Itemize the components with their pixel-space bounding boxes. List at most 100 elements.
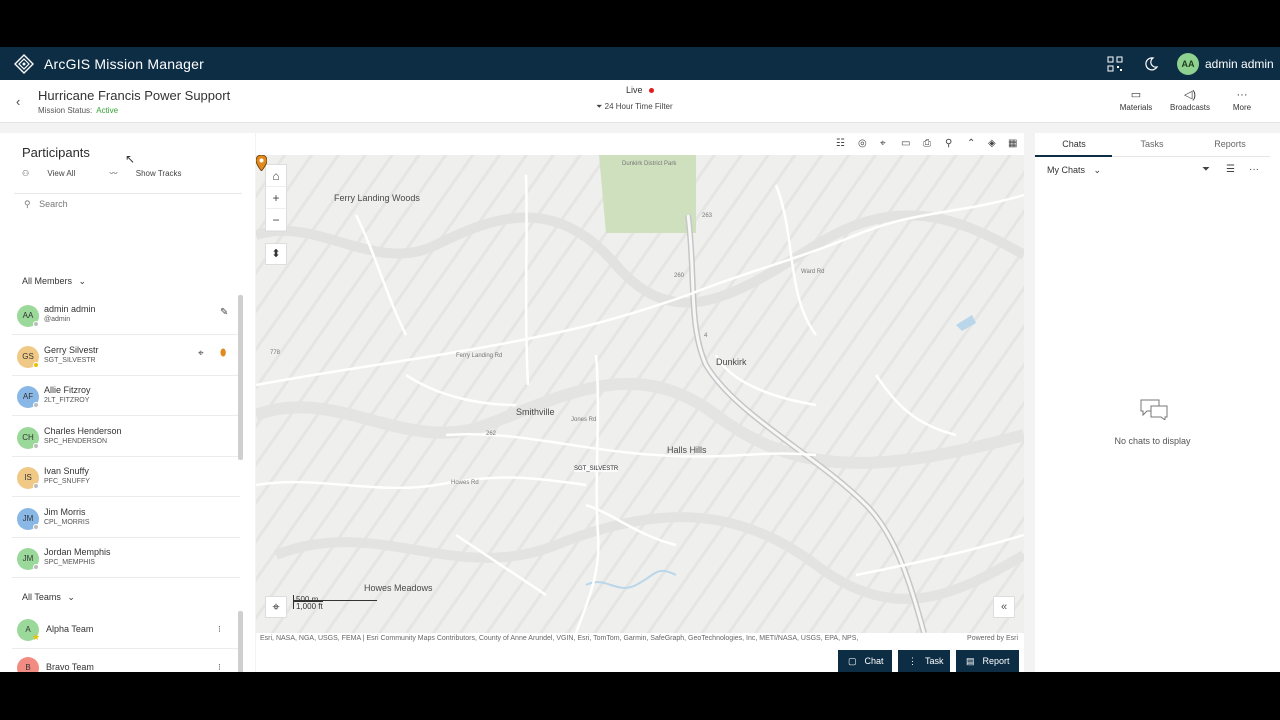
sketch-icon[interactable]: ⌖ — [880, 138, 886, 149]
time-filter[interactable]: ⏷ 24 Hour Time Filter — [596, 102, 673, 112]
map-zoom-controls: ⌂ + − — [265, 164, 287, 232]
zoom-to-crosshair-icon[interactable]: ⌖ — [198, 348, 204, 359]
tab-tasks[interactable]: Tasks — [1113, 139, 1191, 149]
member-callsign: SPC_MEMPHIS — [44, 559, 95, 566]
label-route-778: 778 — [270, 350, 281, 356]
task-icon: ⋮ — [908, 656, 917, 666]
print-icon[interactable]: ⎙ — [923, 138, 931, 149]
measure-icon[interactable]: ▭ — [901, 138, 910, 149]
chat-icon: ▢ — [848, 656, 857, 666]
qr-code-icon[interactable] — [1107, 56, 1123, 72]
more-button[interactable]: ··· More — [1217, 89, 1267, 112]
tab-reports[interactable]: Reports — [1191, 139, 1269, 149]
dark-mode-moon-icon[interactable] — [1143, 56, 1159, 72]
user-name[interactable]: admin admin — [1205, 57, 1274, 71]
chat-button[interactable]: ▢ Chat — [838, 650, 892, 672]
teams-scrollbar[interactable] — [238, 611, 243, 672]
members-scrollbar[interactable] — [238, 295, 243, 460]
zoom-in-button[interactable]: + — [266, 187, 286, 209]
member-status-dot — [33, 483, 39, 489]
tab-chats[interactable]: Chats — [1035, 139, 1113, 149]
member-name: Gerry Silvestr — [44, 344, 99, 355]
team-name: Bravo Team — [46, 662, 94, 672]
collapse-panel-icon[interactable]: « — [993, 596, 1015, 618]
label-ferry-landing-woods: Ferry Landing Woods — [334, 193, 420, 203]
map-view[interactable]: Ferry Landing Woods Dunkirk District Par… — [256, 155, 1024, 633]
chat-label: Chat — [864, 656, 884, 666]
mission-status: Mission Status: Active — [38, 106, 118, 115]
member-row[interactable]: AA admin admin @admin ✎ — [12, 295, 240, 335]
member-status-dot — [33, 523, 39, 530]
task-button[interactable]: ⋮ Task — [898, 650, 950, 672]
live-indicator: Live — [626, 85, 654, 95]
all-teams-dropdown[interactable]: All Teams ⌄ — [22, 592, 75, 603]
team-row[interactable]: A ★ Alpha Team ⁝ — [12, 611, 240, 649]
member-callsign: SPC_HENDERSON — [44, 437, 108, 445]
map-scale-bar: 500 m 1,000 ft — [293, 595, 377, 611]
sort-icon[interactable]: ☰ — [1226, 164, 1235, 175]
report-label: Report — [982, 656, 1010, 666]
back-arrow-icon[interactable]: ‹ — [16, 94, 20, 109]
participants-panel: Participants ↖ ⚇ View All 〰 Show Tracks … — [0, 133, 255, 672]
basemap-gallery-icon[interactable]: ▦ — [1008, 138, 1017, 149]
bookmark-icon[interactable]: ⌃ — [967, 138, 975, 149]
member-callsign: SGT_SILVESTR — [44, 356, 96, 364]
location-marker-icon[interactable]: ⬮ — [220, 348, 226, 359]
target-icon[interactable]: ◎ — [858, 138, 867, 149]
legend-icon[interactable]: ☷ — [836, 138, 845, 149]
member-row[interactable]: CH Charles Henderson SPC_HENDERSON — [12, 417, 240, 457]
zoom-out-button[interactable]: − — [266, 209, 286, 231]
mission-status-label: Mission Status: — [38, 106, 93, 115]
more-options-icon[interactable]: ··· — [1249, 164, 1259, 175]
member-name: Jordan Memphis — [44, 547, 111, 557]
tracks-icon: 〰 — [109, 169, 120, 178]
member-status-dot — [33, 361, 39, 368]
label-route-260: 260 — [674, 273, 685, 279]
layers-icon[interactable]: ◈ — [988, 138, 996, 149]
my-chats-dropdown[interactable]: My Chats ⌄ — [1047, 165, 1101, 176]
map-toolbar: ☷ ◎ ⌖ ▭ ⎙ ⚲ ⌃ ◈ ▦ — [256, 133, 1024, 155]
label-route-4: 4 — [704, 333, 708, 339]
all-members-dropdown[interactable]: All Members ⌄ — [22, 276, 86, 287]
filter-icon[interactable]: ⏷ — [1202, 164, 1210, 175]
member-row[interactable]: IS Ivan Snuffy PFC_SNUFFY — [12, 457, 240, 497]
compass-icon[interactable]: ⬍ — [265, 243, 287, 265]
broadcasts-button[interactable]: ◁) Broadcasts — [1165, 89, 1215, 112]
participant-location-marker-icon[interactable] — [256, 155, 267, 171]
show-tracks-button[interactable]: 〰 Show Tracks — [110, 169, 198, 178]
member-row[interactable]: JM Jim Morris CPL_MORRIS — [12, 498, 240, 538]
map-terrain — [256, 155, 1024, 633]
label-howes-meadows: Howes Meadows — [364, 583, 433, 593]
search-map-icon[interactable]: ⚲ — [945, 138, 952, 149]
locate-crosshair-icon[interactable]: ⌖ — [265, 596, 287, 618]
people-icon: ⚇ — [22, 169, 32, 178]
team-options-icon[interactable]: ⁝ — [218, 662, 221, 672]
filter-icon: ⏷ — [596, 102, 603, 111]
member-row[interactable]: GS Gerry Silvestr SGT_SILVESTR ⌖ ⬮ — [12, 336, 240, 376]
team-row[interactable]: B★Bravo Team⁝ — [12, 649, 240, 672]
marker-label: SGT_SILVESTR — [574, 466, 619, 472]
team-options-icon[interactable]: ⁝ — [218, 624, 221, 635]
mission-status-value: Active — [96, 106, 119, 115]
edit-pencil-icon[interactable]: ✎ — [220, 307, 228, 318]
participants-search-input[interactable]: ⚲ Search — [14, 193, 242, 213]
folder-icon: ▭ — [1130, 89, 1142, 101]
member-status-dot — [33, 564, 39, 570]
view-all-button[interactable]: ⚇ View All — [22, 169, 91, 178]
scale-bar-metric: 500 m — [293, 595, 377, 604]
report-button[interactable]: ▤ Report — [956, 650, 1019, 672]
member-row[interactable]: JM Jordan Memphis SPC_MEMPHIS — [12, 538, 240, 578]
label-jones-rd: Jones Rd — [571, 417, 597, 423]
empty-chats-icon — [1140, 399, 1168, 420]
member-row[interactable]: AF Allie Fitzroy 2LT_FITZROY — [12, 376, 240, 416]
chevron-down-icon: ⌄ — [1093, 165, 1102, 175]
powered-by-esri[interactable]: Powered by Esri — [967, 633, 1018, 644]
label-ward-rd: Ward Rd — [801, 269, 825, 275]
label-halls-hills: Halls Hills — [667, 445, 707, 455]
user-avatar[interactable]: AA — [1177, 53, 1199, 75]
all-teams-label: All Teams — [22, 592, 61, 602]
home-icon[interactable]: ⌂ — [266, 165, 286, 187]
chats-panel: Chats Tasks Reports My Chats ⌄ ⏷ ☰ ··· N… — [1035, 133, 1280, 672]
view-all-label: View All — [47, 169, 76, 178]
materials-button[interactable]: ▭ Materials — [1111, 89, 1161, 112]
